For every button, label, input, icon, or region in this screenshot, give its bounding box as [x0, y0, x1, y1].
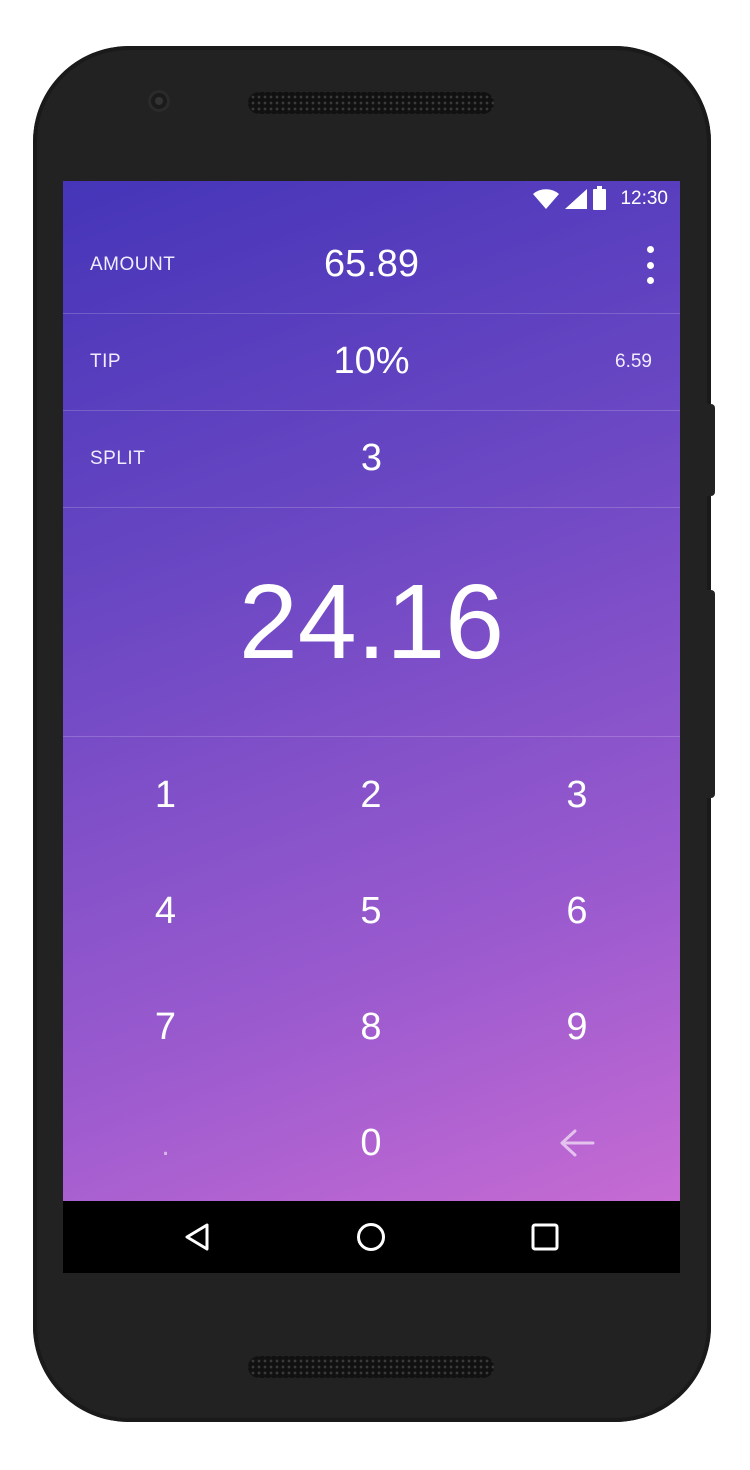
keypad: 1 2 3 4 5 6 7 8 9 . 0: [63, 737, 680, 1201]
home-button[interactable]: [331, 1201, 411, 1273]
status-time: 12:30: [620, 188, 668, 209]
tip-row[interactable]: TIP 10% 6.59: [63, 313, 680, 411]
key-3[interactable]: 3: [474, 737, 680, 853]
overflow-menu-icon[interactable]: [642, 246, 658, 284]
split-row[interactable]: SPLIT 3: [63, 410, 680, 508]
key-0[interactable]: 0: [268, 1085, 474, 1201]
per-person-result: 24.16: [63, 508, 680, 737]
key-9[interactable]: 9: [474, 969, 680, 1085]
home-circle-icon: [357, 1223, 385, 1251]
key-4[interactable]: 4: [63, 853, 268, 969]
wifi-icon: [533, 189, 560, 209]
front-camera: [148, 90, 170, 112]
back-triangle-icon: [185, 1223, 209, 1251]
app-screen: 12:30 AMOUNT 65.89 TIP 10% 6.59 SPLIT 3 …: [63, 181, 680, 1201]
key-7[interactable]: 7: [63, 969, 268, 1085]
power-button: [707, 404, 715, 496]
system-nav-bar: [63, 1201, 680, 1273]
key-decimal[interactable]: .: [63, 1085, 268, 1201]
volume-button: [707, 590, 715, 798]
amount-row[interactable]: AMOUNT 65.89: [63, 216, 680, 314]
bottom-speaker: [248, 1356, 494, 1378]
tip-value[interactable]: 10%: [63, 313, 680, 410]
battery-icon: [593, 185, 607, 210]
recents-button[interactable]: [505, 1201, 585, 1273]
amount-value[interactable]: 65.89: [63, 216, 680, 313]
key-5[interactable]: 5: [268, 853, 474, 969]
key-2[interactable]: 2: [268, 737, 474, 853]
backspace-arrow-icon: [560, 1129, 595, 1157]
key-8[interactable]: 8: [268, 969, 474, 1085]
status-bar: 12:30: [63, 181, 680, 217]
signal-icon: [565, 189, 588, 209]
earpiece-speaker: [248, 92, 494, 114]
recents-square-icon: [531, 1223, 559, 1251]
backspace-key[interactable]: [474, 1085, 680, 1201]
back-button[interactable]: [157, 1201, 237, 1273]
split-value[interactable]: 3: [63, 410, 680, 507]
key-1[interactable]: 1: [63, 737, 268, 853]
tip-amount: 6.59: [615, 351, 652, 372]
key-6[interactable]: 6: [474, 853, 680, 969]
